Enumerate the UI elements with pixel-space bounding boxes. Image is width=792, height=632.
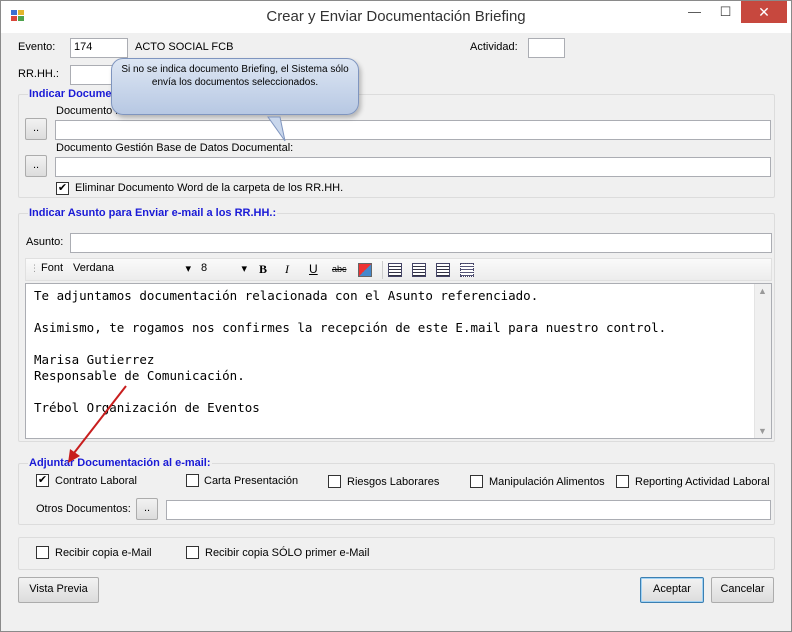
dialog-window: Crear y Enviar Documentación Briefing — … — [0, 0, 792, 632]
title-bar: Crear y Enviar Documentación Briefing — … — [1, 1, 791, 33]
close-button[interactable]: ✕ — [741, 1, 787, 23]
maximize-button[interactable]: ☐ — [710, 1, 741, 23]
minimize-button[interactable]: — — [679, 1, 710, 23]
dialog-body: Evento: 174 ACTO SOCIAL FCB Actividad: R… — [8, 33, 785, 625]
annotation-arrow-icon — [68, 116, 286, 463]
window-title: Crear y Enviar Documentación Briefing — [266, 8, 526, 25]
